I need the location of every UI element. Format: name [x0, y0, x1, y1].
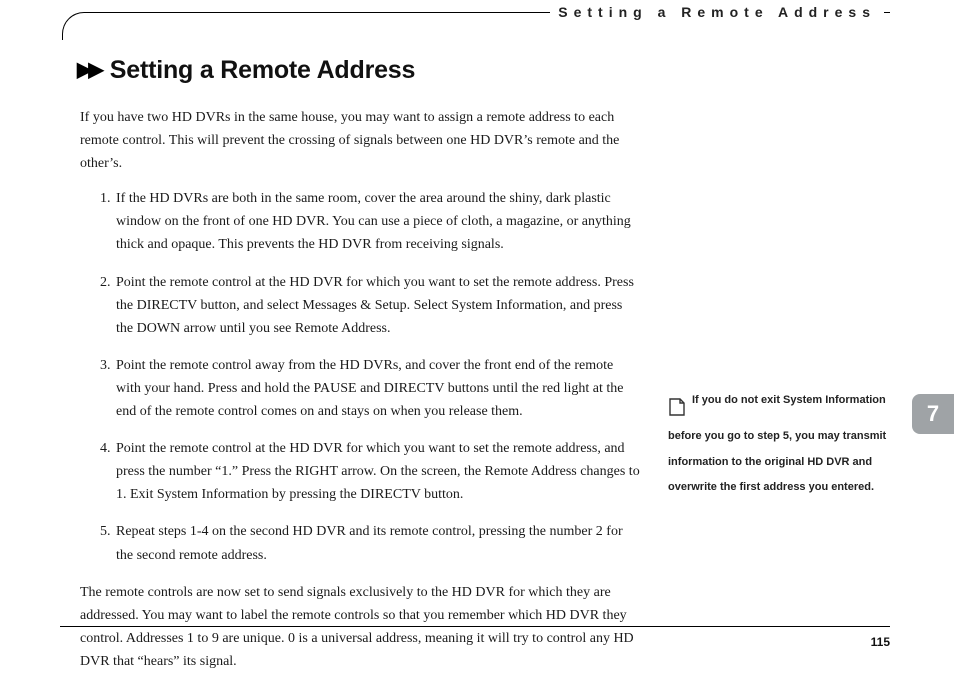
- running-head: Setting a Remote Address: [550, 4, 884, 20]
- intro-paragraph: If you have two HD DVRs in the same hous…: [80, 106, 640, 175]
- page-heading: ▶▶ Setting a Remote Address: [77, 56, 415, 85]
- chapter-number: 7: [927, 401, 939, 427]
- list-item: Point the remote control away from the H…: [114, 354, 640, 423]
- heading-arrows-icon: ▶▶: [77, 60, 100, 80]
- steps-list: If the HD DVRs are both in the same room…: [80, 187, 640, 566]
- note-icon: [668, 397, 686, 427]
- chapter-tab: 7: [912, 394, 954, 434]
- body-column: If you have two HD DVRs in the same hous…: [80, 106, 640, 673]
- page-bottom-rule: [60, 626, 890, 627]
- page-number: 115: [871, 635, 890, 649]
- list-item: If the HD DVRs are both in the same room…: [114, 187, 640, 256]
- margin-note-text: If you do not exit System Information be…: [668, 394, 886, 493]
- list-item: Point the remote control at the HD DVR f…: [114, 437, 640, 506]
- list-item: Repeat steps 1-4 on the second HD DVR an…: [114, 520, 640, 566]
- heading-text: Setting a Remote Address: [110, 56, 415, 85]
- list-item: Point the remote control at the HD DVR f…: [114, 271, 640, 340]
- margin-note: If you do not exit System Information be…: [668, 388, 902, 500]
